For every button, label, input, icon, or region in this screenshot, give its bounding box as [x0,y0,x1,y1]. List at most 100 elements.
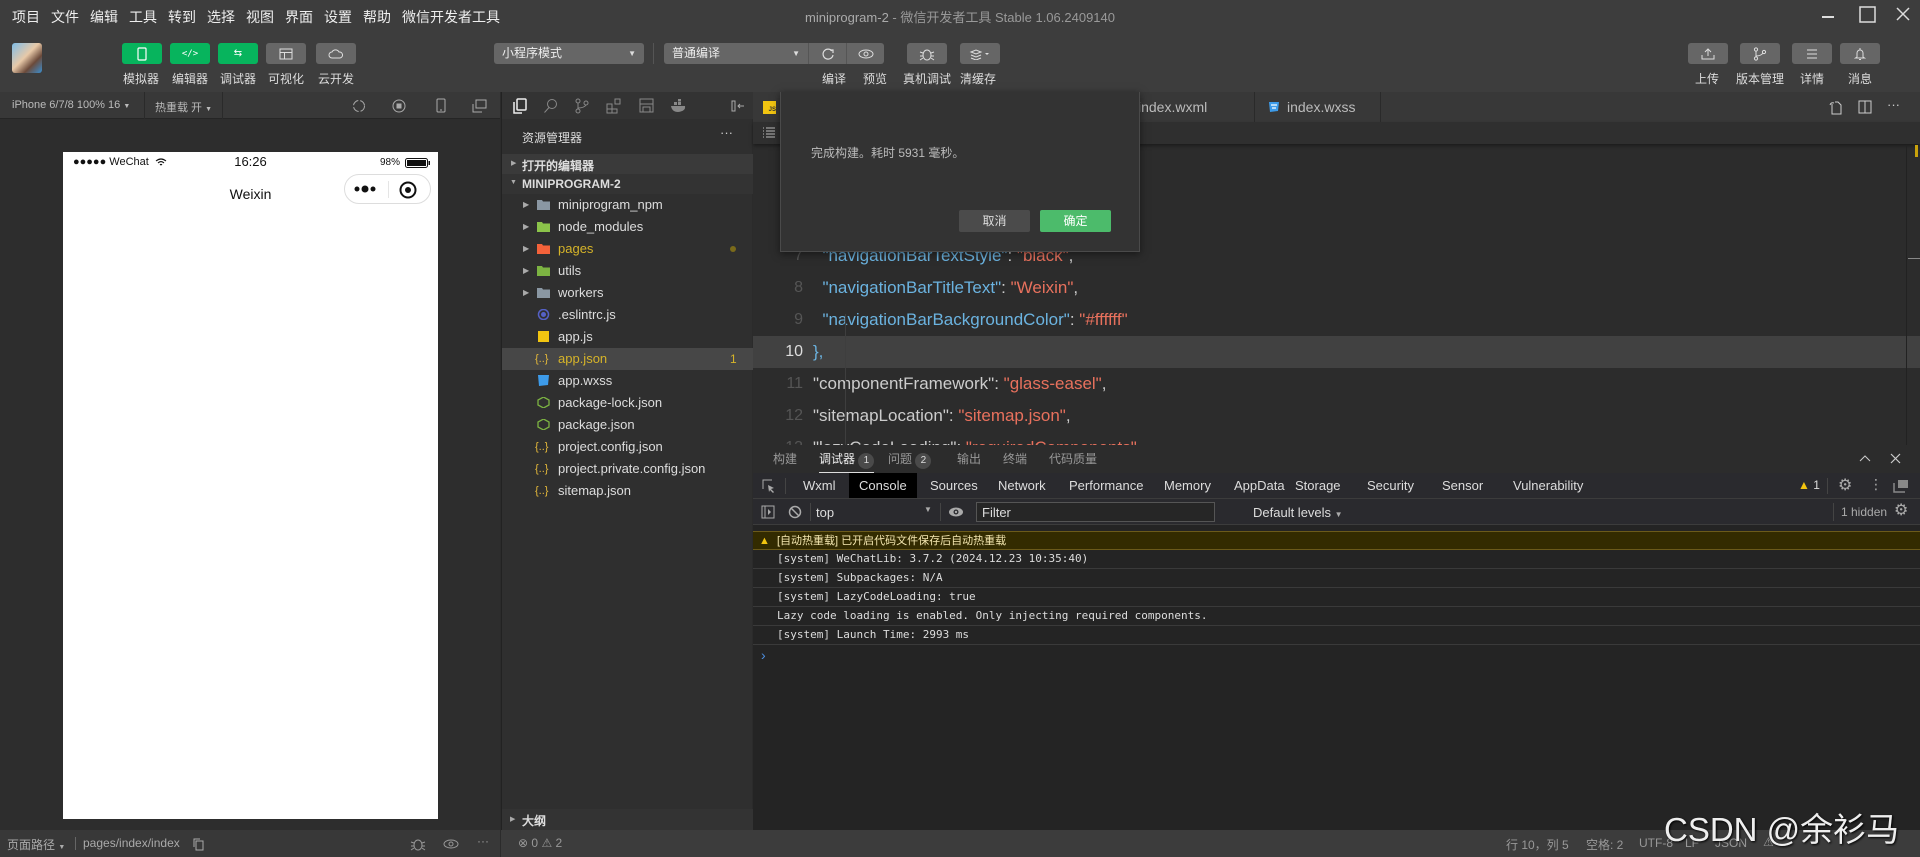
preview-button[interactable] [846,43,884,64]
devtools-tab[interactable]: Security [1367,473,1414,498]
panel-tab[interactable]: 代码质量 [1049,445,1097,473]
collapse-panel-icon[interactable] [731,99,745,113]
clear-cache-button[interactable] [960,43,1000,64]
file-tree-item[interactable]: app.js [502,326,753,348]
close-panel-icon[interactable] [1890,453,1901,464]
rotate-icon[interactable] [352,99,366,113]
close-window-button[interactable] [1883,3,1920,27]
kebab-menu-icon[interactable]: ⋮ [1869,476,1883,493]
menu-goto[interactable]: 转到 [168,7,196,27]
devtools-tab[interactable]: Sources [930,473,978,498]
file-tree-item[interactable]: ▶ miniprogram_npm [502,194,753,216]
file-tree-item[interactable]: {..} app.json 1 [502,348,753,370]
messages-button[interactable] [1840,43,1880,64]
docker-icon[interactable] [670,99,688,113]
scrollbar-thumb[interactable] [1908,258,1920,259]
details-button[interactable] [1792,43,1832,64]
editor-toggle-button[interactable]: </> [170,43,210,64]
compile-button[interactable] [808,43,846,64]
detach-window-icon[interactable] [472,99,487,113]
console-settings-gear-icon[interactable]: ⚙ [1894,500,1908,520]
split-editor-icon[interactable] [1858,100,1872,114]
clear-console-icon[interactable] [788,505,802,519]
menu-interface[interactable]: 界面 [285,7,313,27]
open-editors-section[interactable]: ▶ 打开的编辑器 [502,154,753,174]
eye-icon[interactable] [948,506,964,518]
menu-project[interactable]: 项目 [12,7,40,27]
remote-debug-button[interactable] [907,43,947,64]
copy-icon[interactable] [193,838,204,851]
devtools-tab[interactable]: Vulnerability [1513,473,1583,498]
settings-gear-icon[interactable]: ⚙ [1838,475,1852,495]
maximize-panel-icon[interactable] [1859,454,1871,462]
menu-file[interactable]: 文件 [51,7,79,27]
menu-tools[interactable]: 工具 [129,7,157,27]
file-tree-item[interactable]: ▶ node_modules [502,216,753,238]
panel-tab[interactable]: 问题 2 [888,445,932,473]
phone-frame-icon[interactable] [436,98,446,113]
tab-index-wxss[interactable]: index.wxss [1256,92,1381,122]
ok-button[interactable]: 确定 [1040,210,1111,232]
maximize-button[interactable] [1847,3,1887,27]
panel-tab[interactable]: 输出 [957,445,981,473]
file-tree-item[interactable]: package-lock.json [502,392,753,414]
indentation[interactable]: 空格: 2 [1586,836,1623,853]
cursor-position[interactable]: 行 10，列 5 [1506,836,1569,853]
code-line[interactable]: 8 "navigationBarTitleText": "Weixin", [753,272,1920,304]
code-line[interactable]: 12 "sitemapLocation": "sitemap.json", [753,400,1920,432]
file-tree-item[interactable]: .eslintrc.js [502,304,753,326]
debugger-toggle-button[interactable]: ⇆ [218,43,258,64]
devtools-tab[interactable]: Storage [1295,473,1341,498]
user-avatar[interactable] [12,43,42,73]
storage-icon[interactable] [639,98,655,114]
eye-icon[interactable] [443,839,459,849]
menu-settings[interactable]: 设置 [324,7,352,27]
more-icon[interactable]: ··· [1887,97,1900,112]
warning-counter[interactable]: ▲ 1 [1798,478,1820,492]
panel-tab[interactable]: 构建 [773,445,797,473]
more-icon[interactable]: ··· [720,125,733,140]
devtools-tab[interactable]: AppData [1234,473,1285,498]
minimize-button[interactable] [1808,3,1848,27]
upload-button[interactable] [1688,43,1728,64]
stop-record-icon[interactable] [392,99,406,113]
context-select[interactable]: top ▼ [816,499,936,525]
page-path-select[interactable]: 页面路径 ▼ [7,836,65,853]
visual-toggle-button[interactable] [266,43,306,64]
devtools-tab[interactable]: Wxml [803,473,836,498]
menu-edit[interactable]: 编辑 [90,7,118,27]
close-miniprogram-icon[interactable] [399,181,417,199]
devtools-tab[interactable]: Memory [1164,473,1211,498]
devtools-tab[interactable]: Network [998,473,1046,498]
filter-input[interactable]: Filter [976,502,1215,522]
devtools-tab[interactable]: Performance [1069,473,1143,498]
code-line[interactable]: 9 "navigationBarBackgroundColor": "#ffff… [753,304,1920,336]
cancel-button[interactable]: 取消 [959,210,1030,232]
files-icon[interactable] [512,98,528,114]
hot-reload-select[interactable]: 热重载 开 ▼ [155,99,212,115]
more-icon[interactable]: ··· [477,834,489,848]
bug-icon[interactable] [410,837,426,851]
extensions-icon[interactable] [606,98,622,114]
mode-select[interactable]: 小程序模式 ▼ [494,43,644,64]
panel-tab[interactable]: 调试器 1 [819,445,875,473]
file-tree-item[interactable]: {..} project.config.json [502,436,753,458]
file-tree-item[interactable]: app.wxss [502,370,753,392]
menu-view[interactable]: 视图 [246,7,274,27]
device-select[interactable]: iPhone 6/7/8 100% 16 ▼ [12,99,130,111]
menu-help[interactable]: 帮助 [363,7,391,27]
problems-summary[interactable]: ⊗ 0 ⚠ 2 [518,836,562,850]
menu-select[interactable]: 选择 [207,7,235,27]
log-levels-select[interactable]: Default levels ▼ [1253,505,1343,520]
file-tree-item[interactable]: ▶ utils [502,260,753,282]
menu-wechat-devtools[interactable]: 微信开发者工具 [402,7,500,27]
scrollbar-track[interactable] [1906,145,1907,445]
version-control-button[interactable] [1740,43,1780,64]
code-line[interactable]: 10}, [753,336,1920,368]
undock-icon[interactable] [1893,479,1909,493]
project-section[interactable]: ▼ MINIPROGRAM-2 [502,174,753,194]
devtools-tab[interactable]: Console [849,473,917,498]
file-tree-item[interactable]: ▶ pages [502,238,753,260]
inspect-element-icon[interactable] [762,479,776,493]
devtools-tab[interactable]: Sensor [1442,473,1483,498]
